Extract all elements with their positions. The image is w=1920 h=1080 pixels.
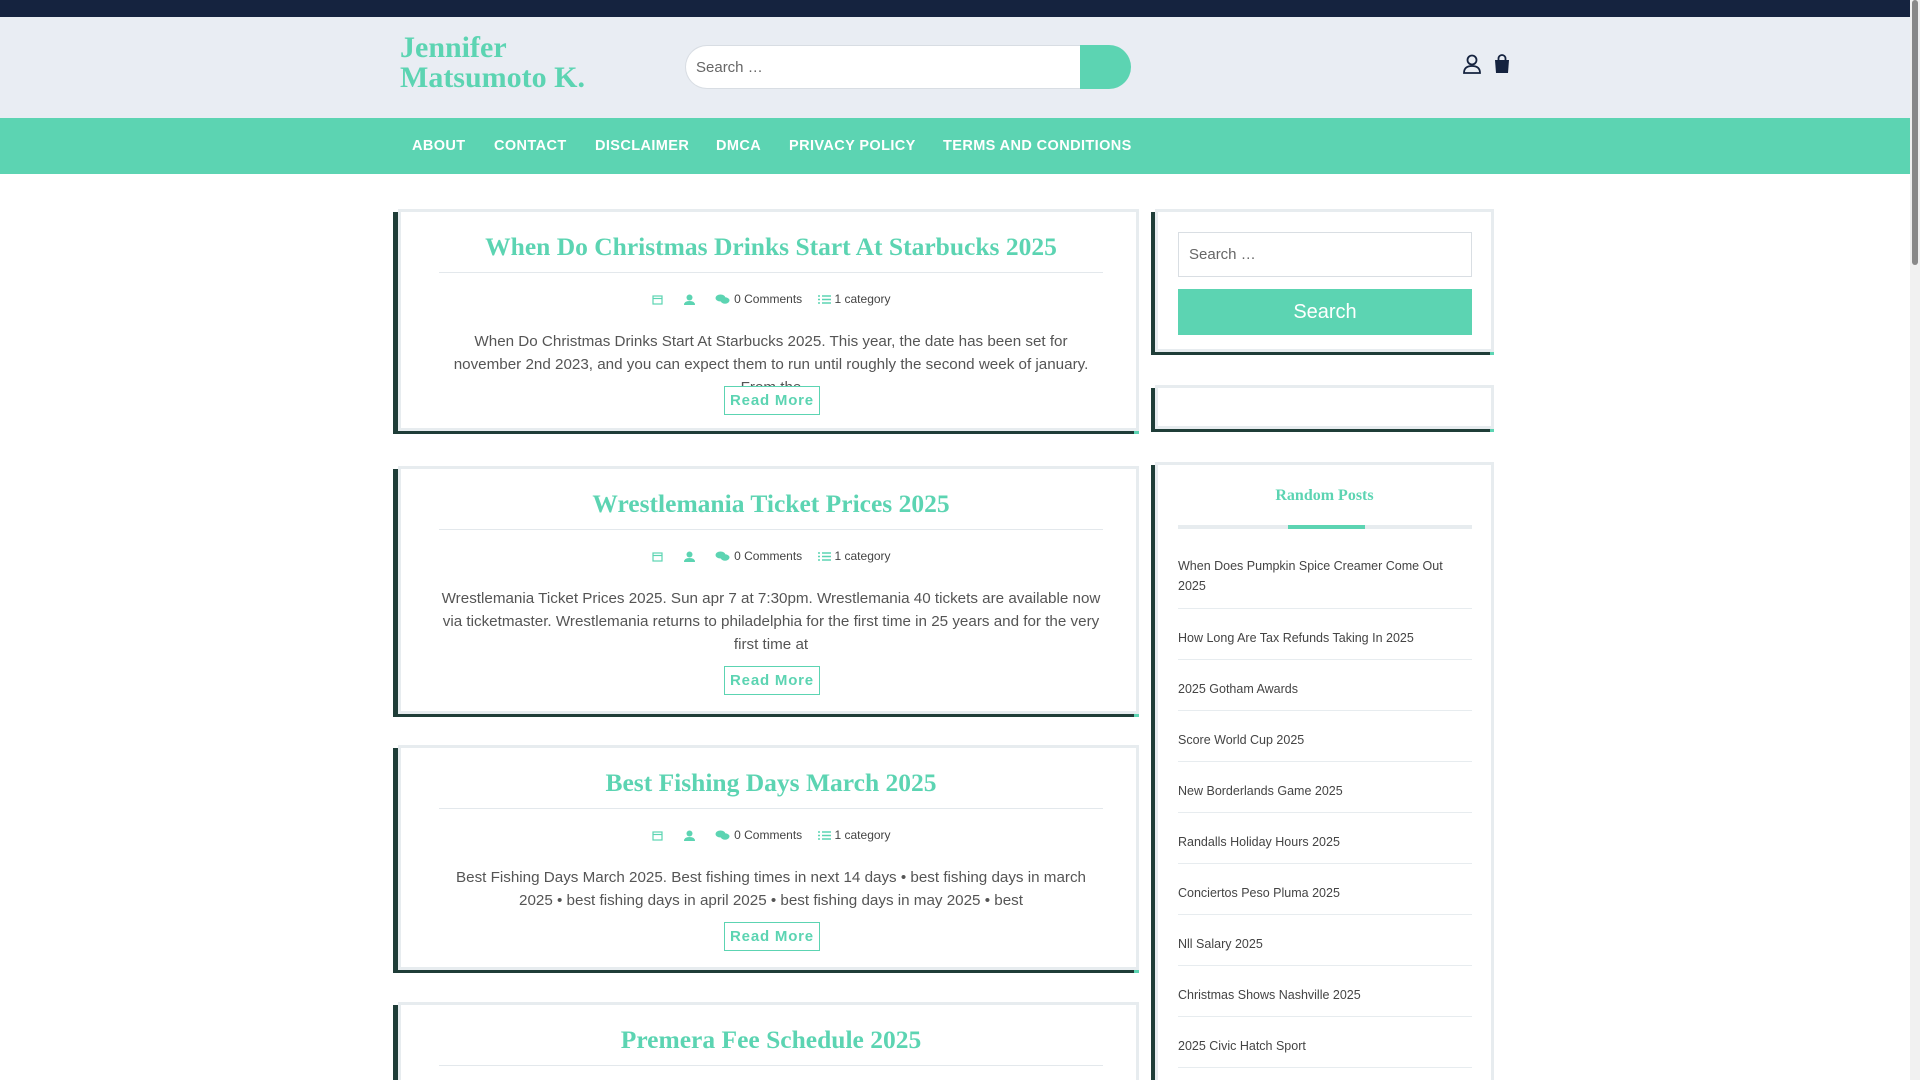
list-icon [817,295,831,304]
divider [1178,608,1472,609]
divider [1178,659,1472,660]
header-search-input[interactable] [685,45,1080,89]
random-post-link[interactable]: Conciertos Peso Pluma 2025 [1178,883,1472,903]
title-accent [1288,525,1365,529]
divider [1178,812,1472,813]
list-icon [817,831,831,840]
comments-icon [715,294,730,304]
post-comments[interactable]: 0 Comments [715,828,802,842]
shopping-bag-icon[interactable] [1491,53,1513,75]
post-meta: 0 Comments 1 category [401,291,1142,306]
nav-contact[interactable]: CONTACT [494,118,567,174]
random-post-link[interactable]: Randalls Holiday Hours 2025 [1178,832,1472,852]
post-title[interactable]: When Do Christmas Drinks Start At Starbu… [439,232,1103,262]
divider [439,1065,1103,1066]
nav-terms-and-conditions[interactable]: TERMS AND CONDITIONS [943,118,1132,174]
post-title[interactable]: Premera Fee Schedule 2025 [439,1025,1103,1055]
nav-about[interactable]: ABOUT [412,118,466,174]
post-title[interactable]: Best Fishing Days March 2025 [439,768,1103,798]
post-category[interactable]: 1 category [817,548,891,563]
post-title[interactable]: Wrestlemania Ticket Prices 2025 [439,489,1103,519]
random-post-link[interactable]: How Long Are Tax Refunds Taking In 2025 [1178,628,1472,648]
divider [1178,761,1472,762]
site-header: Jennifer Matsumoto K. [0,17,1910,118]
post-card: When Do Christmas Drinks Start At Starbu… [398,209,1139,431]
header-search-button[interactable] [1080,45,1131,89]
sidebar-search-input[interactable] [1178,232,1472,277]
read-more-button[interactable]: Read More [724,666,820,695]
author-icon[interactable] [683,828,700,842]
divider [1178,965,1472,966]
random-post-link[interactable]: Score World Cup 2025 [1178,730,1472,750]
list-icon [817,552,831,561]
header-search-form [685,45,1131,89]
category-label: 1 category [834,548,891,563]
category-label: 1 category [834,291,891,306]
divider [1178,710,1472,711]
random-post-link[interactable]: Christmas Shows Nashville 2025 [1178,985,1472,1005]
random-posts-title: Random Posts [1275,487,1374,504]
user-icon[interactable] [1461,53,1483,75]
random-post-link[interactable]: 2025 Civic Hatch Sport [1178,1036,1472,1056]
nav-disclaimer[interactable]: DISCLAIMER [595,118,689,174]
post-card: Best Fishing Days March 2025 0 Comments … [398,745,1139,970]
random-post-link[interactable]: When Does Pumpkin Spice Creamer Come Out… [1178,556,1472,596]
divider [1178,1067,1472,1068]
divider [439,529,1103,530]
calendar-icon[interactable] [652,549,667,563]
post-comments[interactable]: 0 Comments [715,292,802,306]
main-navigation: ABOUT CONTACT DISCLAIMER DMCA PRIVACY PO… [0,118,1910,174]
random-post-link[interactable]: Nll Salary 2025 [1178,934,1472,954]
nav-privacy-policy[interactable]: PRIVACY POLICY [789,118,916,174]
read-more-button[interactable]: Read More [724,922,820,951]
calendar-icon[interactable] [652,828,667,842]
comments-icon [715,830,730,840]
read-more-button[interactable]: Read More [724,386,820,415]
scrollbar-thumb[interactable] [1912,0,1918,265]
post-category[interactable]: 1 category [817,827,891,842]
divider [1178,863,1472,864]
author-icon[interactable] [683,292,700,306]
random-post-link[interactable]: 2025 Gotham Awards [1178,679,1472,699]
divider [1178,914,1472,915]
divider [439,808,1103,809]
post-excerpt: Wrestlemania Ticket Prices 2025. Sun apr… [441,590,1101,653]
divider [439,272,1103,273]
comments-count: 0 Comments [734,291,803,306]
category-label: 1 category [834,827,891,842]
author-icon[interactable] [683,549,700,563]
comments-count: 0 Comments [734,827,803,842]
post-card: Wrestlemania Ticket Prices 2025 0 Commen… [398,466,1139,714]
sidebar-search-button[interactable]: Search [1178,289,1472,335]
divider [1178,1016,1472,1017]
post-meta: 0 Comments 1 category [401,548,1142,563]
post-comments[interactable]: 0 Comments [715,549,802,563]
sidebar-search-widget: Search [1155,209,1494,352]
post-excerpt: Best Fishing Days March 2025. Best fishi… [456,869,1086,909]
post-meta: 0 Comments 1 category [401,827,1142,842]
calendar-icon[interactable] [652,292,667,306]
site-title[interactable]: Jennifer Matsumoto K. [400,33,640,93]
comments-count: 0 Comments [734,548,803,563]
empty-widget [1155,385,1494,429]
random-post-link[interactable]: New Borderlands Game 2025 [1178,781,1472,801]
comments-icon [715,551,730,561]
top-bar [0,0,1910,17]
nav-dmca[interactable]: DMCA [716,118,761,174]
post-card: Premera Fee Schedule 2025 [398,1002,1139,1080]
random-posts-widget: Random Posts When Does Pumpkin Spice Cre… [1155,462,1494,1080]
post-category[interactable]: 1 category [817,291,891,306]
